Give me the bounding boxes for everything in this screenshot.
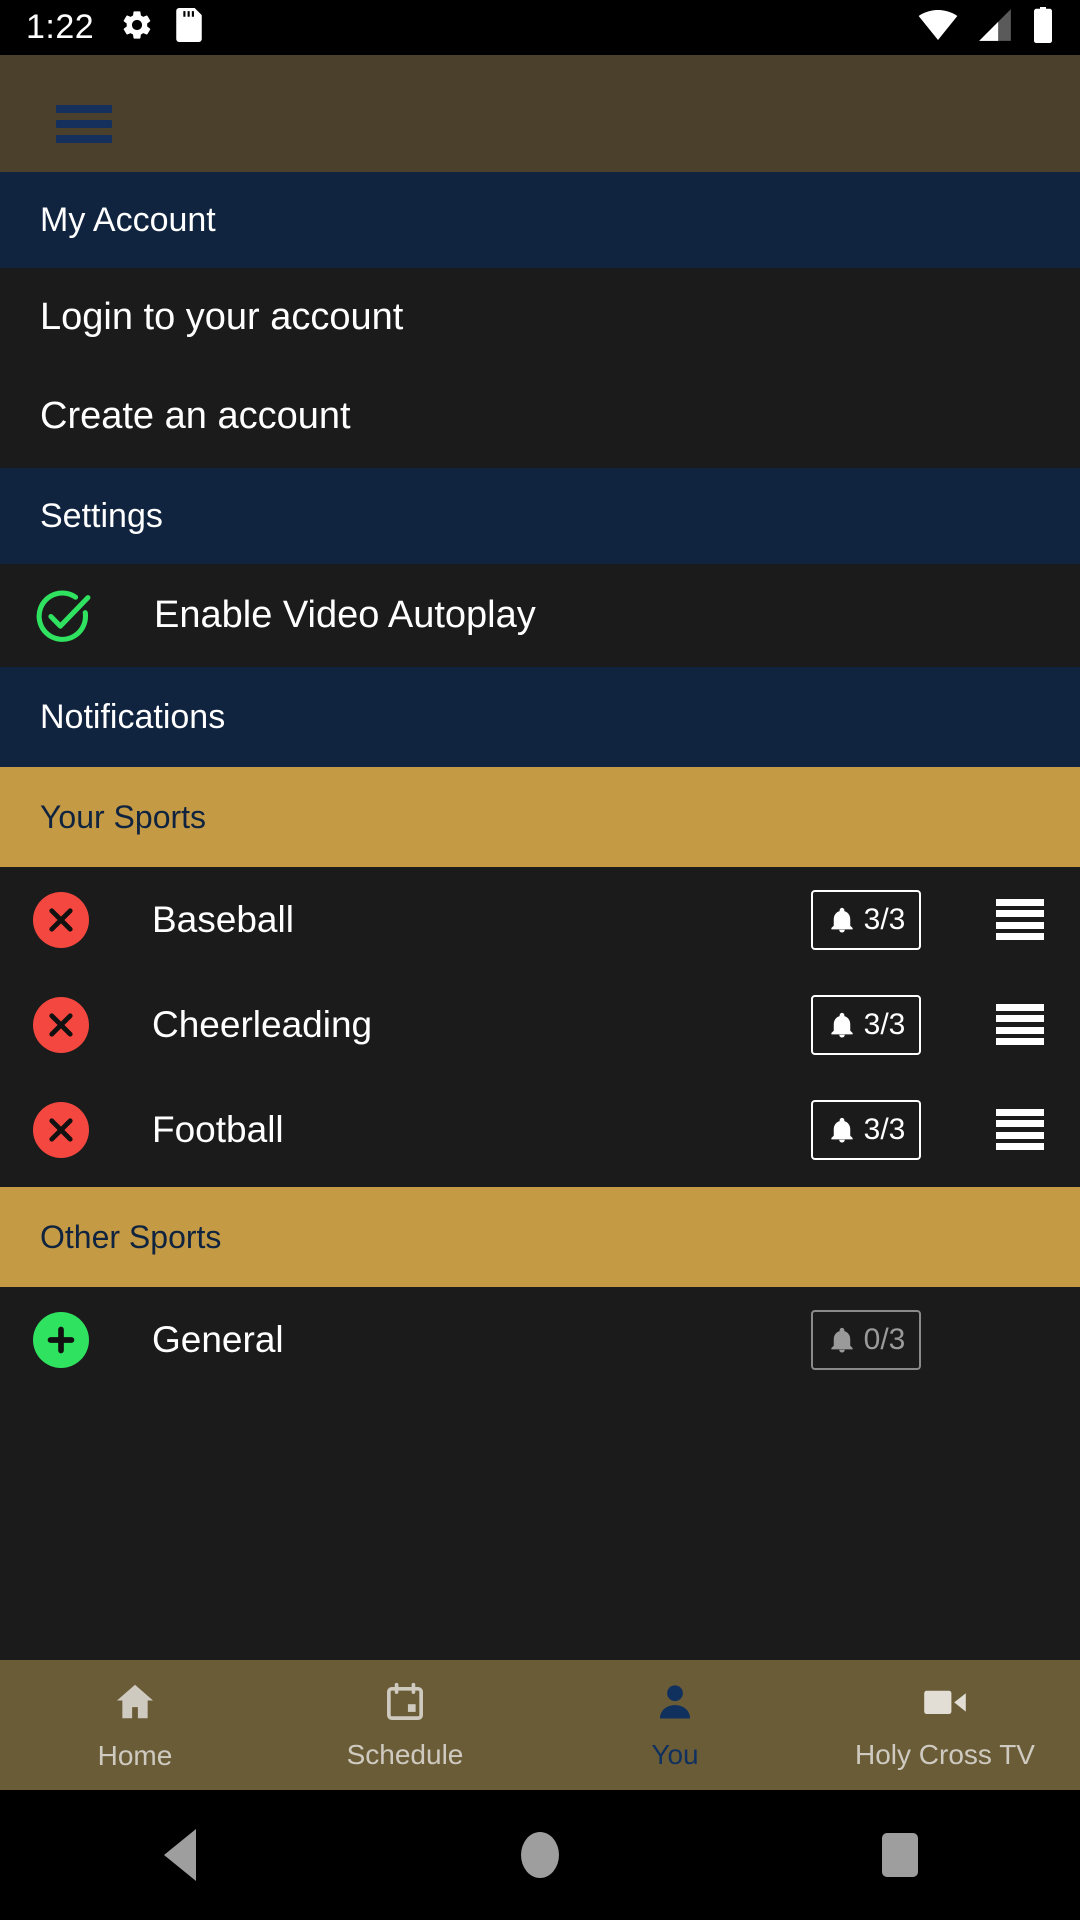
status-bar-right-icons bbox=[918, 7, 1054, 48]
notification-count-button[interactable]: 3/3 bbox=[811, 889, 921, 950]
nav-tab-you-label: You bbox=[651, 1738, 699, 1770]
drag-bar bbox=[996, 1038, 1044, 1046]
nav-tab-you[interactable]: You bbox=[540, 1660, 810, 1790]
enable-video-autoplay-row[interactable]: Enable Video Autoplay bbox=[0, 564, 1080, 667]
nav-tab-holy-cross-tv[interactable]: Holy Cross TV bbox=[810, 1660, 1080, 1790]
home-icon bbox=[112, 1679, 158, 1730]
account-links-block: Login to your account Create an account bbox=[0, 268, 1080, 468]
bell-icon bbox=[831, 1327, 853, 1352]
notification-count-label: 3/3 bbox=[863, 1007, 906, 1041]
notification-count-button[interactable]: 3/3 bbox=[811, 1099, 921, 1160]
bell-icon bbox=[831, 1012, 853, 1037]
drag-bar bbox=[996, 1108, 1044, 1116]
drag-bar bbox=[996, 910, 1044, 918]
section-header-settings: Settings bbox=[0, 468, 1080, 564]
sport-name-label: Cheerleading bbox=[152, 1003, 373, 1045]
recents-button[interactable] bbox=[720, 1833, 1080, 1877]
notification-count-label: 0/3 bbox=[863, 1322, 906, 1356]
nav-tab-home[interactable]: Home bbox=[0, 1660, 270, 1790]
create-an-account-item[interactable]: Create an account bbox=[0, 367, 1080, 466]
login-item-label: Login to your account bbox=[40, 296, 404, 338]
section-header-your-sports: Your Sports bbox=[0, 767, 1080, 867]
video-camera-icon bbox=[921, 1680, 969, 1729]
sport-name-label: Football bbox=[152, 1108, 284, 1150]
drag-handle-icon[interactable] bbox=[996, 1108, 1044, 1151]
sport-name-label: Baseball bbox=[152, 898, 294, 940]
settings-gear-icon bbox=[120, 8, 154, 47]
circle-icon bbox=[521, 1832, 559, 1878]
drag-bar bbox=[996, 1015, 1044, 1023]
drag-handle-icon[interactable] bbox=[996, 1003, 1044, 1046]
app-screen: 1:22 My Account Login to your account Cr… bbox=[0, 0, 1080, 1920]
status-bar: 1:22 bbox=[0, 0, 1080, 55]
drag-bar bbox=[996, 1143, 1044, 1151]
circle-x-icon[interactable] bbox=[33, 996, 89, 1053]
wifi-icon bbox=[918, 9, 958, 46]
sport-row-baseball[interactable]: Baseball 3/3 bbox=[0, 867, 1080, 972]
settings-header-label: Settings bbox=[40, 496, 163, 535]
check-circle-icon[interactable] bbox=[34, 587, 92, 645]
bell-icon bbox=[831, 907, 853, 932]
sport-row-cheerleading[interactable]: Cheerleading 3/3 bbox=[0, 972, 1080, 1077]
sd-card-icon bbox=[176, 8, 202, 47]
notifications-header-label: Notifications bbox=[40, 697, 226, 736]
circle-plus-icon[interactable] bbox=[33, 1311, 89, 1368]
section-header-my-account: My Account bbox=[0, 172, 1080, 268]
drag-bar bbox=[996, 1131, 1044, 1139]
hamburger-bar bbox=[56, 120, 112, 128]
battery-icon bbox=[1032, 7, 1054, 48]
android-navigation-bar bbox=[0, 1790, 1080, 1920]
section-header-notifications: Notifications bbox=[0, 667, 1080, 767]
drag-bar bbox=[996, 898, 1044, 906]
hamburger-menu-icon[interactable] bbox=[56, 105, 112, 143]
drag-bar bbox=[996, 1120, 1044, 1128]
sport-row-general[interactable]: General 0/3 bbox=[0, 1287, 1080, 1392]
login-to-your-account-item[interactable]: Login to your account bbox=[0, 268, 1080, 367]
your-sports-header-label: Your Sports bbox=[40, 798, 207, 835]
sport-row-football[interactable]: Football 3/3 bbox=[0, 1077, 1080, 1182]
nav-tab-holy-cross-tv-label: Holy Cross TV bbox=[855, 1738, 1035, 1770]
drag-bar bbox=[996, 921, 1044, 929]
cell-signal-icon bbox=[976, 9, 1014, 46]
other-sports-header-label: Other Sports bbox=[40, 1218, 222, 1255]
drag-bar bbox=[996, 933, 1044, 941]
bottom-navigation-bar: Home Schedule You Holy Cross TV bbox=[0, 1660, 1080, 1790]
sport-name-label: General bbox=[152, 1318, 284, 1360]
hamburger-bar bbox=[56, 135, 112, 143]
calendar-icon bbox=[383, 1680, 427, 1729]
circle-x-icon[interactable] bbox=[33, 1101, 89, 1158]
section-header-other-sports: Other Sports bbox=[0, 1187, 1080, 1287]
nav-tab-schedule-label: Schedule bbox=[346, 1738, 464, 1770]
status-bar-left-icons bbox=[120, 8, 202, 47]
square-icon bbox=[882, 1833, 918, 1877]
back-button[interactable] bbox=[0, 1829, 360, 1881]
home-button[interactable] bbox=[360, 1832, 720, 1878]
drag-bar bbox=[996, 1026, 1044, 1034]
nav-tab-schedule[interactable]: Schedule bbox=[270, 1660, 540, 1790]
create-account-item-label: Create an account bbox=[40, 395, 351, 437]
notification-count-label: 3/3 bbox=[863, 902, 906, 936]
my-account-header-label: My Account bbox=[40, 200, 216, 239]
bell-icon bbox=[831, 1117, 853, 1142]
triangle-left-icon bbox=[164, 1829, 196, 1881]
drag-handle-icon[interactable] bbox=[996, 898, 1044, 941]
status-bar-clock: 1:22 bbox=[26, 8, 95, 46]
drag-bar bbox=[996, 1003, 1044, 1011]
app-top-bar bbox=[0, 55, 1080, 172]
autoplay-label: Enable Video Autoplay bbox=[154, 594, 536, 636]
notification-count-button[interactable]: 0/3 bbox=[811, 1309, 921, 1370]
hamburger-bar bbox=[56, 105, 112, 113]
circle-x-icon[interactable] bbox=[33, 891, 89, 948]
notification-count-label: 3/3 bbox=[863, 1112, 906, 1146]
person-icon bbox=[653, 1680, 697, 1729]
nav-tab-home-label: Home bbox=[97, 1739, 173, 1771]
notification-count-button[interactable]: 3/3 bbox=[811, 994, 921, 1055]
